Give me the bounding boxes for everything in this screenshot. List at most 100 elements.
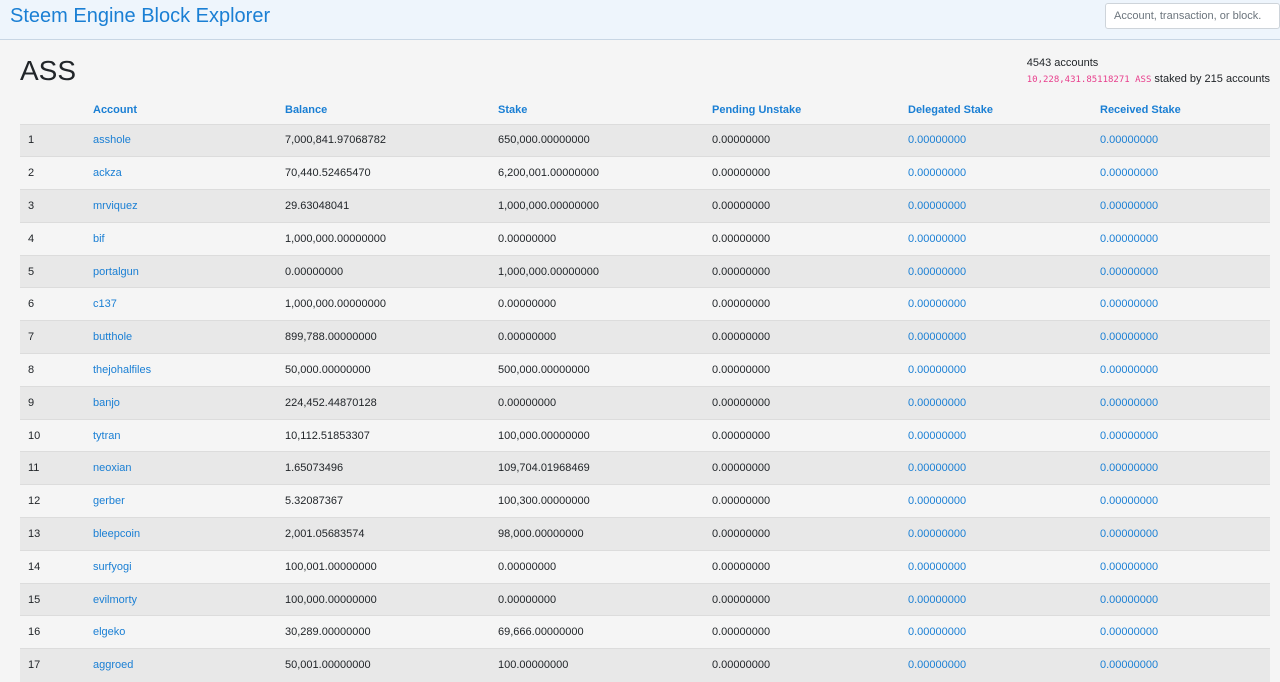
account-link[interactable]: neoxian xyxy=(93,462,132,474)
account-link[interactable]: c137 xyxy=(93,298,117,310)
stake-cell: 500,000.00000000 xyxy=(498,363,590,376)
received-stake-link[interactable]: 0.00000000 xyxy=(1100,266,1158,278)
delegated-stake-link[interactable]: 0.00000000 xyxy=(908,626,966,638)
stake-cell: 100,000.00000000 xyxy=(498,429,590,442)
account-link[interactable]: mrviquez xyxy=(93,200,138,212)
account-link[interactable]: bif xyxy=(93,233,105,245)
received-stake-link[interactable]: 0.00000000 xyxy=(1100,233,1158,245)
account-link[interactable]: butthole xyxy=(93,331,132,343)
delegated-stake-link[interactable]: 0.00000000 xyxy=(908,364,966,376)
column-header-pending-unstake[interactable]: Pending Unstake xyxy=(704,96,900,124)
delegated-stake-link[interactable]: 0.00000000 xyxy=(908,594,966,606)
received-stake-link[interactable]: 0.00000000 xyxy=(1100,561,1158,573)
delegated-stake-link[interactable]: 0.00000000 xyxy=(908,561,966,573)
stake-cell: 69,666.00000000 xyxy=(498,626,584,639)
column-header-account[interactable]: Account xyxy=(85,96,277,124)
holders-table-container: Account Balance Stake Pending Unstake De… xyxy=(20,96,1270,682)
balance-cell: 70,440.52465470 xyxy=(285,167,371,180)
delegated-stake-link[interactable]: 0.00000000 xyxy=(908,528,966,540)
account-link[interactable]: aggroed xyxy=(93,659,133,671)
rank-cell: 9 xyxy=(28,396,35,409)
account-link[interactable]: surfyogi xyxy=(93,561,132,573)
delegated-stake-link[interactable]: 0.00000000 xyxy=(908,233,966,245)
delegated-stake-link[interactable]: 0.00000000 xyxy=(908,495,966,507)
delegated-stake-link[interactable]: 0.00000000 xyxy=(908,397,966,409)
balance-cell: 30,289.00000000 xyxy=(285,626,371,639)
account-link[interactable]: portalgun xyxy=(93,266,139,278)
stake-cell: 1,000,000.00000000 xyxy=(498,199,599,212)
delegated-stake-link[interactable]: 0.00000000 xyxy=(908,200,966,212)
account-cell: portalgun xyxy=(85,255,277,288)
delegated-stake-link[interactable]: 0.00000000 xyxy=(908,462,966,474)
account-link[interactable]: evilmorty xyxy=(93,594,137,606)
received-stake-link[interactable]: 0.00000000 xyxy=(1100,200,1158,212)
table-row: 14 surfyogi 100,001.00000000 0.00000000 0.00… xyxy=(20,550,1270,584)
rank-cell: 1 xyxy=(28,134,35,147)
received-stake-link[interactable]: 0.00000000 xyxy=(1100,659,1158,671)
balance-cell: 1.65073496 xyxy=(285,462,344,475)
account-link[interactable]: asshole xyxy=(93,134,131,146)
column-header-stake[interactable]: Stake xyxy=(490,96,704,124)
received-stake-cell: 0.00000000 xyxy=(1092,485,1270,518)
rank-cell: 11 xyxy=(28,462,40,475)
account-cell: aggroed xyxy=(85,649,277,682)
holders-table: Account Balance Stake Pending Unstake De… xyxy=(20,96,1270,682)
account-cell: thejohalfiles xyxy=(85,354,277,387)
rank-cell: 12 xyxy=(28,495,41,508)
received-stake-link[interactable]: 0.00000000 xyxy=(1100,134,1158,146)
table-row: 16 elgeko 30,289.00000000 69,666.00000000 0.… xyxy=(20,615,1270,649)
received-stake-link[interactable]: 0.00000000 xyxy=(1100,167,1158,179)
column-header-received-stake[interactable]: Received Stake xyxy=(1092,96,1270,124)
balance-cell: 224,452.44870128 xyxy=(285,396,377,409)
account-link[interactable]: banjo xyxy=(93,397,120,409)
received-stake-cell: 0.00000000 xyxy=(1092,616,1270,649)
stake-cell: 0.00000000 xyxy=(498,331,557,344)
delegated-stake-link[interactable]: 0.00000000 xyxy=(908,266,966,278)
received-stake-link[interactable]: 0.00000000 xyxy=(1100,626,1158,638)
delegated-stake-link[interactable]: 0.00000000 xyxy=(908,331,966,343)
received-stake-link[interactable]: 0.00000000 xyxy=(1100,462,1158,474)
table-row: 6 c137 1,000,000.00000000 0.00000000 0.00000… xyxy=(20,287,1270,321)
column-header-delegated-stake[interactable]: Delegated Stake xyxy=(900,96,1092,124)
column-header-balance[interactable]: Balance xyxy=(277,96,490,124)
pending-unstake-cell: 0.00000000 xyxy=(712,462,771,475)
balance-cell: 2,001.05683574 xyxy=(285,527,365,540)
brand-link[interactable]: Steem Engine Block Explorer xyxy=(10,5,270,27)
stake-cell: 0.00000000 xyxy=(498,593,557,606)
account-link[interactable]: tytran xyxy=(93,430,121,442)
received-stake-link[interactable]: 0.00000000 xyxy=(1100,331,1158,343)
account-cell: butthole xyxy=(85,321,277,354)
delegated-stake-link[interactable]: 0.00000000 xyxy=(908,430,966,442)
table-row: 2 ackza 70,440.52465470 6,200,001.00000000 0… xyxy=(20,156,1270,190)
balance-cell: 0.00000000 xyxy=(285,265,344,278)
received-stake-link[interactable]: 0.00000000 xyxy=(1100,495,1158,507)
account-link[interactable]: thejohalfiles xyxy=(93,364,151,376)
pending-unstake-cell: 0.00000000 xyxy=(712,232,771,245)
account-link[interactable]: bleepcoin xyxy=(93,528,140,540)
received-stake-link[interactable]: 0.00000000 xyxy=(1100,594,1158,606)
account-link[interactable]: elgeko xyxy=(93,626,125,638)
account-cell: tytran xyxy=(85,419,277,452)
delegated-stake-cell: 0.00000000 xyxy=(900,190,1092,223)
delegated-stake-link[interactable]: 0.00000000 xyxy=(908,659,966,671)
search-input[interactable] xyxy=(1105,3,1280,29)
account-link[interactable]: gerber xyxy=(93,495,125,507)
delegated-stake-link[interactable]: 0.00000000 xyxy=(908,167,966,179)
account-cell: evilmorty xyxy=(85,583,277,616)
received-stake-link[interactable]: 0.00000000 xyxy=(1100,298,1158,310)
received-stake-cell: 0.00000000 xyxy=(1092,255,1270,288)
rank-cell: 16 xyxy=(28,626,41,639)
delegated-stake-cell: 0.00000000 xyxy=(900,255,1092,288)
received-stake-link[interactable]: 0.00000000 xyxy=(1100,430,1158,442)
navbar: Steem Engine Block Explorer xyxy=(0,0,1280,40)
received-stake-cell: 0.00000000 xyxy=(1092,288,1270,321)
delegated-stake-link[interactable]: 0.00000000 xyxy=(908,134,966,146)
pending-unstake-cell: 0.00000000 xyxy=(712,527,771,540)
balance-cell: 50,000.00000000 xyxy=(285,363,371,376)
delegated-stake-cell: 0.00000000 xyxy=(900,157,1092,190)
account-link[interactable]: ackza xyxy=(93,167,122,179)
delegated-stake-link[interactable]: 0.00000000 xyxy=(908,298,966,310)
received-stake-link[interactable]: 0.00000000 xyxy=(1100,364,1158,376)
received-stake-link[interactable]: 0.00000000 xyxy=(1100,528,1158,540)
received-stake-link[interactable]: 0.00000000 xyxy=(1100,397,1158,409)
